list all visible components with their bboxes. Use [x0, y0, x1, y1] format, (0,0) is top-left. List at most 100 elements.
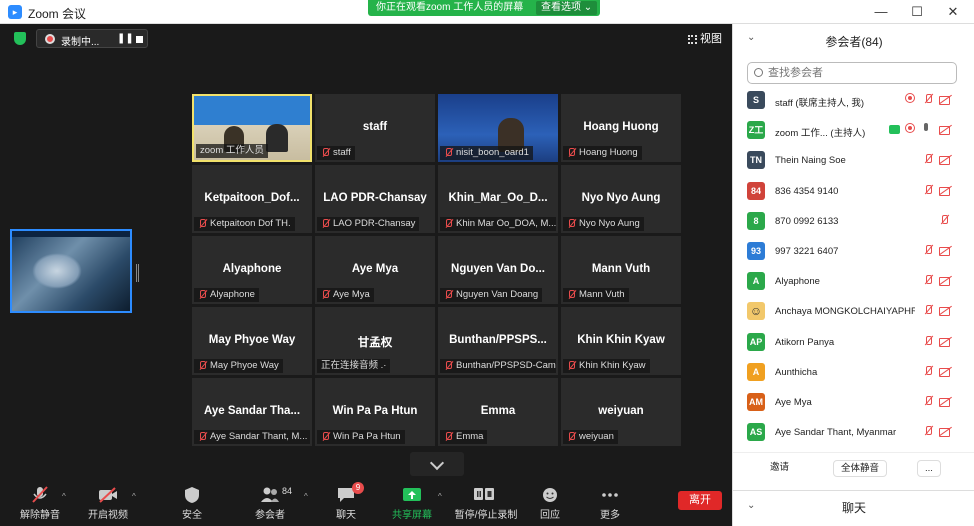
- shield-icon: [185, 487, 199, 503]
- tile-caption: weiyuan: [563, 430, 618, 444]
- maximize-button[interactable]: ☐: [902, 3, 932, 21]
- participant-name: Aunthicha: [775, 366, 818, 378]
- pause-stop-icon: [474, 488, 494, 500]
- participant-row[interactable]: Z工 zoom 工作... (主持人): [733, 118, 974, 148]
- participant-row[interactable]: A Alyaphone: [733, 269, 974, 299]
- chevron-up-icon[interactable]: ^: [304, 492, 308, 501]
- tile-caption-text: Khin Mar Oo_DOA, M...: [456, 218, 556, 229]
- video-tile[interactable]: Khin Khin Kyaw Khin Khin Kyaw: [561, 307, 681, 375]
- video-area: 录制中... ❚❚ 视图 zoom 工作人员 staff staff nisit_bo…: [0, 24, 732, 482]
- tile-caption-text: Khin Khin Kyaw: [579, 360, 646, 371]
- reactions-button[interactable]: 回应: [520, 482, 580, 526]
- video-tile[interactable]: LAO PDR-Chansay LAO PDR-Chansay: [315, 165, 435, 233]
- scroll-down-button[interactable]: [410, 452, 464, 476]
- tile-name: LAO PDR-Chansay: [323, 192, 427, 204]
- video-off-icon: [939, 184, 951, 196]
- video-tile[interactable]: Aye Mya Aye Mya: [315, 236, 435, 304]
- avatar: A: [747, 272, 765, 291]
- video-tile[interactable]: nisit_boon_oard1: [438, 94, 558, 162]
- tile-caption: Mann Vuth: [563, 288, 629, 302]
- tile-caption-text: Bunthan/PPSPSD-Cam...: [456, 360, 556, 371]
- mic-muted-icon: [444, 432, 453, 442]
- participant-row[interactable]: A Aunthicha: [733, 360, 974, 390]
- start-video-button[interactable]: 开启视频 ^: [78, 482, 138, 526]
- participant-row[interactable]: AP Atikorn Panya: [733, 330, 974, 360]
- chat-button[interactable]: 9 聊天: [316, 482, 376, 526]
- video-tile[interactable]: weiyuan weiyuan: [561, 378, 681, 446]
- recording-indicator: 录制中... ❚❚: [36, 29, 148, 48]
- participant-row[interactable]: TN Thein Naing Soe: [733, 148, 974, 178]
- mic-muted-icon: [567, 148, 576, 158]
- mute-all-button[interactable]: 全体静音: [833, 460, 888, 477]
- video-tile[interactable]: zoom 工作人员: [192, 94, 312, 162]
- splitter-handle[interactable]: [136, 264, 139, 282]
- minimize-button[interactable]: —: [866, 3, 896, 21]
- video-tile[interactable]: Emma Emma: [438, 378, 558, 446]
- participant-row[interactable]: Sstaff (联席主持人, 我): [733, 88, 974, 118]
- invite-button[interactable]: 邀请: [763, 460, 797, 477]
- tile-name: 甘孟权: [357, 337, 393, 349]
- tile-caption: May Phyoe Way: [194, 359, 283, 373]
- more-icon: [602, 493, 618, 497]
- video-tile[interactable]: Win Pa Pa Htun Win Pa Pa Htun: [315, 378, 435, 446]
- video-off-icon: [939, 274, 951, 287]
- tile-caption: Khin Mar Oo_DOA, M...: [440, 217, 556, 231]
- pause-recording-button[interactable]: ❚❚: [117, 33, 134, 44]
- participants-button[interactable]: 84 参会者 ^: [240, 482, 308, 526]
- tile-caption-text: Aye Sandar Thant, M...: [210, 431, 308, 442]
- tile-caption-text: May Phyoe Way: [210, 360, 279, 371]
- participant-name: Alyaphone: [775, 276, 820, 288]
- participant-row[interactable]: AM Aye Mya: [733, 390, 974, 420]
- tile-caption-text: Nguyen Van Doang: [456, 289, 539, 300]
- video-tile[interactable]: Alyaphone Alyaphone: [192, 236, 312, 304]
- participant-name: 836 4354 9140: [775, 185, 839, 197]
- participant-name: Aye Sandar Thant, Myanmar: [775, 427, 897, 439]
- video-tile[interactable]: Bunthan/PPSPS... Bunthan/PPSPSD-Cam...: [438, 307, 558, 375]
- video-tile[interactable]: Khin_Mar_Oo_D... Khin Mar Oo_DOA, M...: [438, 165, 558, 233]
- participant-row[interactable]: 84 836 4354 9140: [733, 179, 974, 209]
- tile-caption: Emma: [440, 430, 488, 444]
- search-input[interactable]: [768, 65, 948, 81]
- mic-muted-icon: [923, 365, 935, 377]
- participant-row[interactable]: 93 997 3221 6407: [733, 239, 974, 269]
- video-tile[interactable]: May Phyoe Way May Phyoe Way: [192, 307, 312, 375]
- pause-stop-recording-button[interactable]: 暂停/停止录制: [454, 482, 518, 526]
- tile-caption-text: 正在连接音频 .·: [321, 360, 387, 371]
- video-tile[interactable]: Aye Sandar Tha... Aye Sandar Thant, M...: [192, 378, 312, 446]
- window-title: Zoom 会议: [28, 7, 87, 21]
- mic-muted-icon: [444, 361, 453, 371]
- unmute-button[interactable]: 解除静音 ^: [10, 482, 70, 526]
- security-shield-icon[interactable]: [14, 32, 26, 45]
- video-tile[interactable]: Nguyen Van Do... Nguyen Van Doang: [438, 236, 558, 304]
- more-button[interactable]: 更多: [580, 482, 640, 526]
- tile-caption: Nguyen Van Doang: [440, 288, 543, 302]
- mic-muted-icon: [567, 432, 576, 442]
- leave-button[interactable]: 离开: [678, 491, 722, 510]
- chat-badge: 9: [352, 482, 364, 494]
- view-button[interactable]: 视图: [688, 30, 722, 46]
- video-tile[interactable]: Nyo Nyo Aung Nyo Nyo Aung: [561, 165, 681, 233]
- video-tile[interactable]: Hoang Huong Hoang Huong: [561, 94, 681, 162]
- stop-recording-button[interactable]: [136, 36, 143, 43]
- mic-muted-icon: [321, 432, 330, 442]
- mic-muted-icon: [923, 304, 935, 316]
- mic-muted-icon: [923, 244, 935, 256]
- chevron-up-icon[interactable]: ^: [132, 492, 136, 501]
- video-tile[interactable]: 甘孟权正在连接音频 .·: [315, 307, 435, 375]
- video-tile[interactable]: Ketpaitoon_Dof... Ketpaitoon Dof TH.: [192, 165, 312, 233]
- video-tile[interactable]: Mann Vuth Mann Vuth: [561, 236, 681, 304]
- shared-screen-thumbnail[interactable]: [10, 229, 132, 313]
- chevron-up-icon[interactable]: ^: [62, 492, 66, 501]
- video-off-icon: [939, 335, 951, 347]
- participant-row[interactable]: AS Aye Sandar Thant, Myanmar: [733, 420, 974, 450]
- close-button[interactable]: ✕: [938, 3, 968, 21]
- participant-row[interactable]: ☺ Anchaya MONGKOLCHAIYAPHR...: [733, 299, 974, 329]
- share-screen-button[interactable]: 共享屏幕 ^: [382, 482, 442, 526]
- chevron-up-icon[interactable]: ^: [438, 492, 442, 501]
- video-tile[interactable]: staff staff: [315, 94, 435, 162]
- security-button[interactable]: 安全: [162, 482, 222, 526]
- more-options-button[interactable]: ...: [917, 460, 941, 477]
- view-options-button[interactable]: 查看选项 ⌄: [536, 1, 598, 15]
- mic-muted-icon: [321, 148, 330, 158]
- participant-row[interactable]: 8 870 0992 6133: [733, 209, 974, 239]
